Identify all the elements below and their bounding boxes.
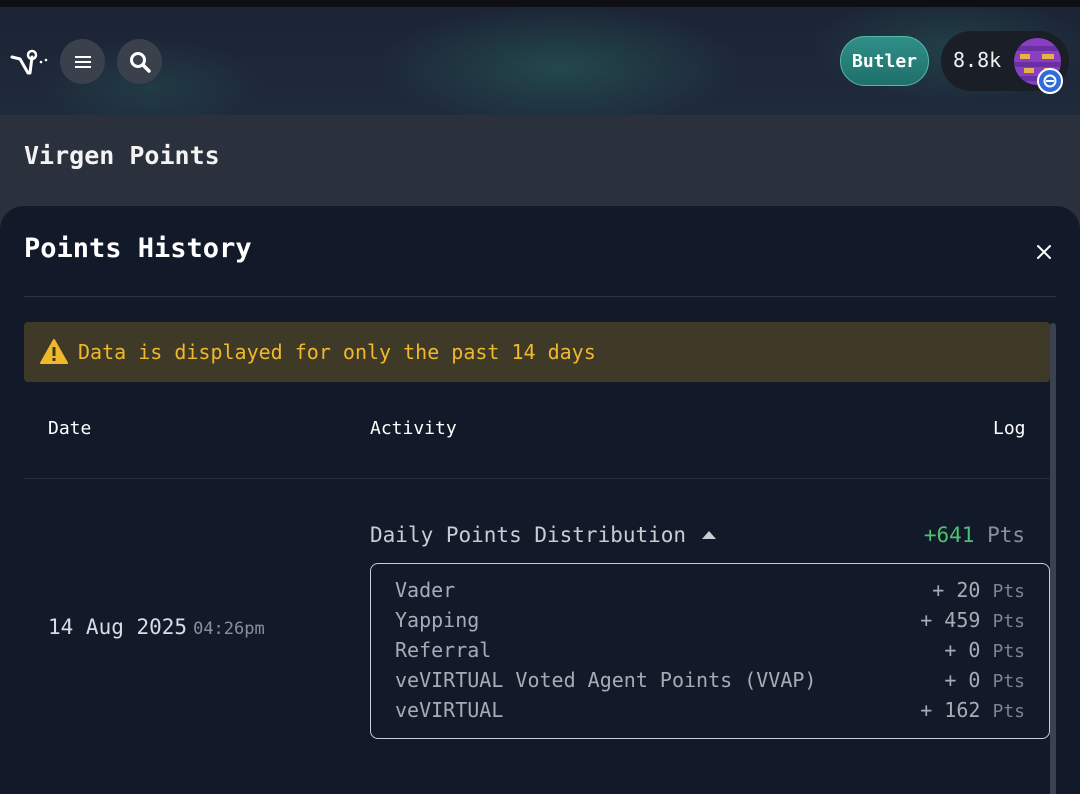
breakdown-amount: + 0 xyxy=(944,668,981,692)
panel-title: Points History xyxy=(24,233,252,264)
breakdown-unit: Pts xyxy=(992,701,1025,722)
column-header-activity: Activity xyxy=(370,418,457,439)
breakdown-label: Yapping xyxy=(395,608,480,632)
menu-button[interactable] xyxy=(60,39,105,84)
breakdown-box: Vader + 20 Pts Yapping + 459 Pts Referra… xyxy=(370,563,1050,739)
warning-triangle-icon xyxy=(40,339,68,364)
points-count: 8.8k xyxy=(953,48,1002,72)
column-header-log: Log xyxy=(993,418,1026,439)
close-button[interactable] xyxy=(1030,238,1058,266)
entry-date: 14 Aug 2025 04:26pm xyxy=(48,615,265,639)
breakdown-unit: Pts xyxy=(992,641,1025,662)
breakdown-amount: + 20 xyxy=(932,578,981,602)
breakdown-row: Referral + 0 Pts xyxy=(395,638,1025,668)
breakdown-value: + 20 Pts xyxy=(932,578,1025,602)
header: Butler 8.8k xyxy=(0,7,1080,115)
breakdown-value: + 0 Pts xyxy=(944,638,1025,662)
caret-up-icon xyxy=(702,531,717,539)
divider xyxy=(24,296,1056,297)
breakdown-value: + 459 Pts xyxy=(920,608,1025,632)
warning-text: Data is displayed for only the past 14 d… xyxy=(78,340,596,364)
breakdown-label: Referral xyxy=(395,638,492,662)
breakdown-row: veVIRTUAL + 162 Pts xyxy=(395,698,1025,728)
breakdown-unit: Pts xyxy=(992,611,1025,632)
search-button[interactable] xyxy=(117,39,162,84)
entry-total: +641 Pts xyxy=(924,523,1025,547)
breakdown-label: veVIRTUAL Voted Agent Points (VVAP) xyxy=(395,668,817,692)
breakdown-row: veVIRTUAL Voted Agent Points (VVAP) + 0 … xyxy=(395,668,1025,698)
virgen-logo-icon[interactable] xyxy=(10,47,50,77)
scrollbar[interactable] xyxy=(1050,323,1056,794)
breakdown-amount: + 162 xyxy=(920,698,981,722)
breakdown-unit: Pts xyxy=(992,671,1025,692)
butler-label: Butler xyxy=(851,50,918,72)
search-icon xyxy=(129,51,151,73)
breakdown-value: + 162 Pts xyxy=(920,698,1025,722)
breakdown-amount: + 459 xyxy=(920,608,981,632)
points-history-panel: Points History Data is displayed for onl… xyxy=(0,206,1080,794)
entry-date-value: 14 Aug 2025 xyxy=(48,615,188,639)
breakdown-value: + 0 Pts xyxy=(944,668,1025,692)
breakdown-row: Yapping + 459 Pts xyxy=(395,608,1025,638)
breakdown-row: Vader + 20 Pts xyxy=(395,578,1025,608)
close-icon xyxy=(1037,245,1051,259)
wallet-badge-icon xyxy=(1037,68,1063,94)
entry-time: 04:26pm xyxy=(193,619,265,639)
page-title: Virgen Points xyxy=(24,141,220,170)
breakdown-unit: Pts xyxy=(992,581,1025,602)
butler-button[interactable]: Butler xyxy=(840,36,929,86)
hamburger-menu-icon xyxy=(74,55,91,68)
warning-banner: Data is displayed for only the past 14 d… xyxy=(24,322,1050,382)
entry-total-value: +641 xyxy=(923,523,975,547)
table-divider xyxy=(24,478,1050,479)
breakdown-amount: + 0 xyxy=(944,638,981,662)
top-strip xyxy=(0,0,1080,7)
entry-total-unit: Pts xyxy=(987,523,1025,547)
column-header-date: Date xyxy=(48,418,92,439)
activity-name: Daily Points Distribution xyxy=(370,523,687,547)
breakdown-label: Vader xyxy=(395,578,456,602)
breakdown-label: veVIRTUAL xyxy=(395,698,504,722)
activity-toggle[interactable]: Daily Points Distribution xyxy=(370,523,717,547)
